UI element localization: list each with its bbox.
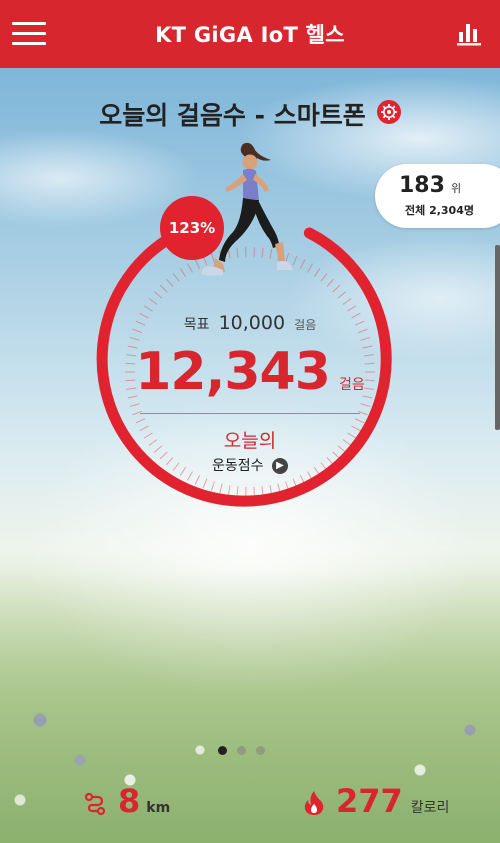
app-header: KT GiGA IoT 헬스	[0, 0, 500, 68]
page-dot[interactable]	[237, 746, 246, 755]
rank-unit: 위	[450, 182, 462, 195]
exercise-score-link[interactable]: 운동점수 ▶	[0, 455, 500, 475]
bar-chart-icon[interactable]	[456, 20, 482, 46]
page-indicator	[218, 746, 265, 755]
calories-unit: 칼로리	[410, 800, 450, 816]
route-icon	[84, 792, 106, 816]
page-title: 오늘의 걸음수 - 스마트폰	[99, 101, 366, 130]
rank-card[interactable]: 183 위 전체 2,304명	[375, 164, 500, 228]
rank-position: 183	[399, 173, 445, 198]
goal-value: 10,000	[218, 312, 286, 334]
steps-unit: 걸음	[339, 377, 365, 393]
menu-icon[interactable]	[12, 22, 46, 46]
today-label: 오늘의	[223, 430, 277, 452]
page-dot[interactable]	[256, 746, 265, 755]
steps-value: 12,343	[135, 342, 331, 402]
goal-row: 목표 10,000 걸음	[0, 312, 500, 334]
distance-summary: 8 km	[84, 782, 170, 820]
rank-total: 전체 2,304명	[405, 204, 474, 217]
steps-row: 12,343 걸음	[0, 342, 500, 402]
edge-handle[interactable]	[495, 245, 500, 430]
calories-value: 277	[336, 782, 403, 820]
goal-label: 목표	[183, 317, 210, 333]
distance-unit: km	[146, 800, 171, 816]
score-label: 운동점수	[212, 458, 264, 474]
percent-badge: 123%	[160, 196, 224, 260]
flame-icon	[304, 791, 324, 815]
calories-summary: 277 칼로리	[304, 782, 449, 820]
goal-unit: 걸음	[294, 318, 317, 332]
divider	[140, 413, 360, 414]
distance-value: 8	[118, 782, 141, 820]
page-title-row: 오늘의 걸음수 - 스마트폰	[0, 96, 500, 132]
gear-icon[interactable]	[376, 100, 401, 124]
chevron-right-icon: ▶	[271, 458, 288, 474]
app-title: KT GiGA IoT 헬스	[155, 23, 345, 47]
page-dot[interactable]	[218, 746, 227, 755]
